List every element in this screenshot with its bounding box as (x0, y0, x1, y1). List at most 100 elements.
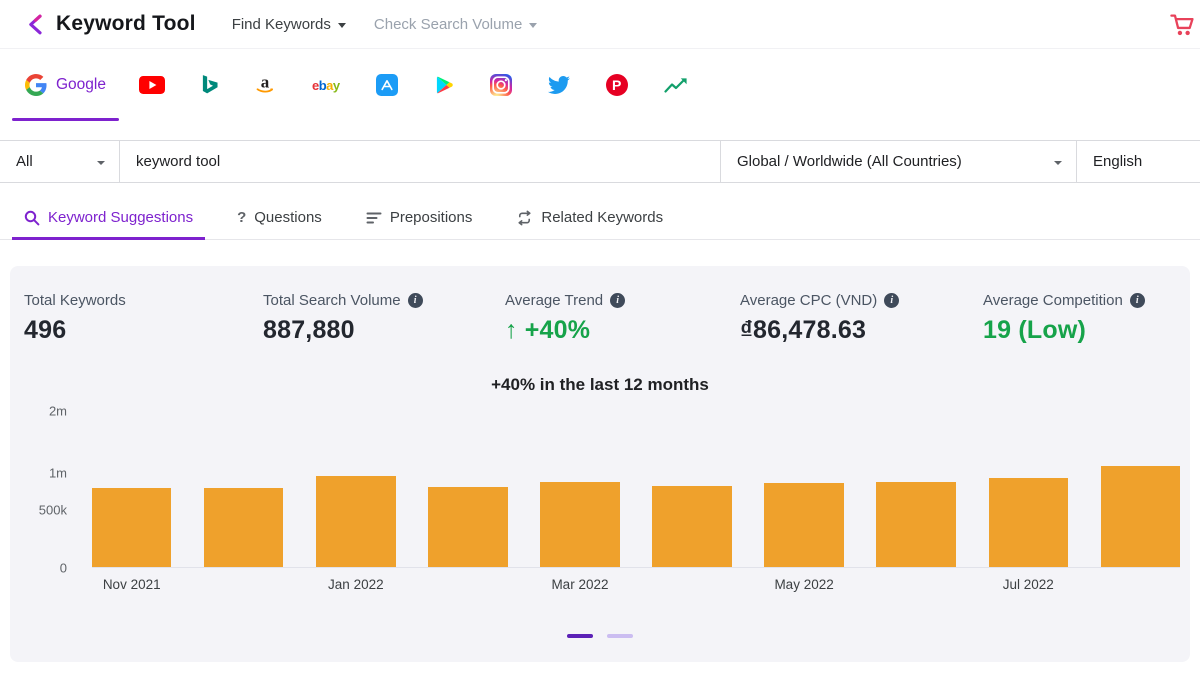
top-nav: Find Keywords Check Search Volume (232, 16, 538, 33)
result-tabs: Keyword Suggestions ? Questions Preposit… (0, 196, 1200, 240)
stat-value: ₫86,478.63 (740, 316, 983, 345)
nav-label: Check Search Volume (374, 16, 522, 33)
info-icon[interactable]: i (884, 293, 899, 308)
overview-panel: Total Keywords 496 Total Search Volume i … (10, 266, 1190, 662)
platform-tab-ebay[interactable]: ebay (294, 49, 358, 121)
location-selected-value: Global / Worldwide (All Countries) (737, 153, 962, 170)
x-axis-label: Mar 2022 (540, 577, 619, 595)
bar-nov-2021 (92, 488, 171, 568)
x-axis-label (876, 577, 955, 595)
y-axis-label: 1m (49, 466, 67, 479)
bar-jan-2022 (316, 476, 395, 568)
trend-chart: 0500k1m2m Nov 2021Jan 2022Mar 2022May 20… (10, 411, 1190, 595)
brand-name: Keyword Tool (56, 12, 196, 36)
stat-value: 887,880 (263, 316, 505, 345)
google-play-icon (434, 75, 454, 95)
platform-tab-pinterest[interactable]: P (588, 49, 646, 121)
stat-label: Total Search Volume (263, 292, 401, 309)
nav-check-search-volume[interactable]: Check Search Volume (374, 16, 537, 33)
tab-label: Keyword Suggestions (48, 209, 193, 226)
top-bar: Keyword Tool Find Keywords Check Search … (0, 0, 1200, 49)
stat-label: Average Competition (983, 292, 1123, 309)
info-icon[interactable]: i (610, 293, 625, 308)
tab-label: Prepositions (390, 209, 473, 226)
platform-tab-google[interactable]: Google (10, 49, 121, 121)
tab-questions[interactable]: ? Questions (237, 196, 322, 239)
google-icon (25, 74, 47, 96)
x-axis-label (652, 577, 731, 595)
x-axis-line (92, 567, 1180, 568)
stat-total-search-volume: Total Search Volume i 887,880 (263, 292, 505, 345)
platform-tab-app-store[interactable] (358, 49, 416, 121)
y-axis-label: 2m (49, 405, 67, 418)
nav-find-keywords[interactable]: Find Keywords (232, 16, 346, 33)
tab-keyword-suggestions[interactable]: Keyword Suggestions (24, 196, 193, 239)
bar-may-2022 (764, 483, 843, 568)
carousel-dot-1[interactable] (567, 634, 593, 638)
bar-jul-2022 (989, 478, 1068, 569)
language-selected-value: English (1093, 153, 1142, 170)
y-axis-label: 0 (60, 562, 67, 575)
x-axis-label: Jul 2022 (989, 577, 1068, 595)
bar-aug-2022 (1101, 466, 1180, 568)
svg-text:a: a (261, 74, 270, 92)
stat-label: Average CPC (VND) (740, 292, 877, 309)
bar-dec-2021 (204, 488, 283, 568)
x-axis-label: Jan 2022 (316, 577, 395, 595)
chevron-down-icon (97, 161, 105, 165)
cart-button[interactable] (1169, 13, 1195, 36)
filter-list-icon (366, 211, 382, 225)
stat-total-keywords: Total Keywords 496 (24, 292, 263, 345)
bar-jun-2022 (876, 482, 955, 568)
brand[interactable]: Keyword Tool (26, 12, 196, 36)
bing-icon (201, 75, 218, 96)
language-select[interactable]: English (1076, 141, 1200, 182)
tab-label: Questions (254, 209, 322, 226)
trends-icon (664, 77, 688, 94)
platform-tab-instagram[interactable] (472, 49, 530, 121)
platform-tab-google-play[interactable] (416, 49, 472, 121)
tab-related-keywords[interactable]: Related Keywords (516, 196, 663, 239)
chevron-down-icon (338, 23, 346, 28)
y-axis: 0500k1m2m (22, 411, 80, 568)
search-input[interactable] (120, 141, 720, 182)
tab-label: Related Keywords (541, 209, 663, 226)
info-icon[interactable]: i (408, 293, 423, 308)
tab-prepositions[interactable]: Prepositions (366, 196, 473, 239)
carousel-dot-2[interactable] (607, 634, 633, 638)
x-axis-label (1101, 577, 1180, 595)
platform-tab-trends[interactable] (646, 49, 706, 121)
twitter-icon (548, 74, 570, 96)
platform-tab-youtube[interactable] (121, 49, 183, 121)
category-selected-value: All (16, 153, 33, 170)
bars (92, 411, 1180, 568)
x-axis-label: Nov 2021 (92, 577, 171, 595)
instagram-icon (490, 74, 512, 96)
stat-value: 19 (Low) (983, 316, 1190, 345)
plot-area: Nov 2021Jan 2022Mar 2022May 2022Jul 2022 (92, 411, 1180, 595)
stat-value: 496 (24, 316, 263, 345)
category-select[interactable]: All (0, 141, 120, 182)
platform-tab-bing[interactable] (183, 49, 236, 121)
bar-mar-2022 (540, 482, 619, 568)
x-axis-labels: Nov 2021Jan 2022Mar 2022May 2022Jul 2022 (92, 577, 1180, 595)
location-select[interactable]: Global / Worldwide (All Countries) (720, 141, 1076, 182)
amazon-icon: a (254, 74, 276, 96)
info-icon[interactable]: i (1130, 293, 1145, 308)
stats-row: Total Keywords 496 Total Search Volume i … (10, 292, 1190, 345)
x-axis-label (204, 577, 283, 595)
cart-icon (1169, 13, 1195, 36)
stat-label: Average Trend (505, 292, 603, 309)
bar-apr-2022 (652, 486, 731, 568)
platform-tab-amazon[interactable]: a (236, 49, 294, 121)
stat-average-trend: Average Trendi ↑+40% (505, 292, 740, 345)
x-axis-label (428, 577, 507, 595)
ebay-icon: ebay (312, 78, 340, 93)
youtube-icon (139, 76, 165, 94)
carousel-dots (567, 634, 633, 638)
platform-tab-label: Google (56, 76, 106, 94)
platform-tab-twitter[interactable] (530, 49, 588, 121)
repeat-icon (516, 210, 533, 226)
nav-label: Find Keywords (232, 16, 331, 33)
chevron-down-icon (529, 23, 537, 28)
